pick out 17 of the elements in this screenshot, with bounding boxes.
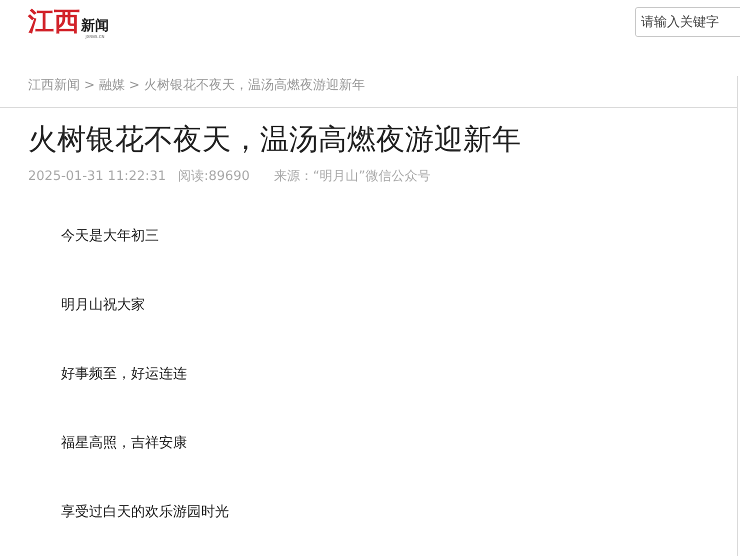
breadcrumb-link[interactable]: 火树银花不夜天，温汤高燃夜游迎新年	[144, 76, 365, 96]
logo-text[interactable]: 江西	[28, 6, 80, 38]
article-title: 火树银花不夜天，温汤高燃夜游迎新年	[28, 122, 522, 157]
breadcrumb-link[interactable]: 江西新闻	[28, 76, 80, 96]
search-field[interactable]: 请输入关键字	[635, 7, 740, 37]
paragraph: 享受过白天的欢乐游园时光	[61, 503, 230, 522]
breadcrumb-link[interactable]: 融媒	[98, 76, 125, 96]
read-count: 阅读:89690	[178, 168, 250, 186]
article-source: 来源：“明月山”微信公众号	[274, 168, 430, 186]
publish-time: 2025-01-31 11:22:31	[28, 168, 166, 186]
breadcrumb-separator: >	[84, 77, 95, 95]
breadcrumb-separator: >	[128, 77, 140, 95]
paragraph: 今天是大年初三	[61, 227, 160, 246]
paragraph: 好事频至，好运连连	[61, 365, 188, 384]
paragraph: 福星高照，吉祥安康	[61, 434, 188, 454]
paragraph: 明月山祝大家	[61, 296, 146, 316]
logo-text[interactable]: 新闻	[81, 19, 109, 34]
